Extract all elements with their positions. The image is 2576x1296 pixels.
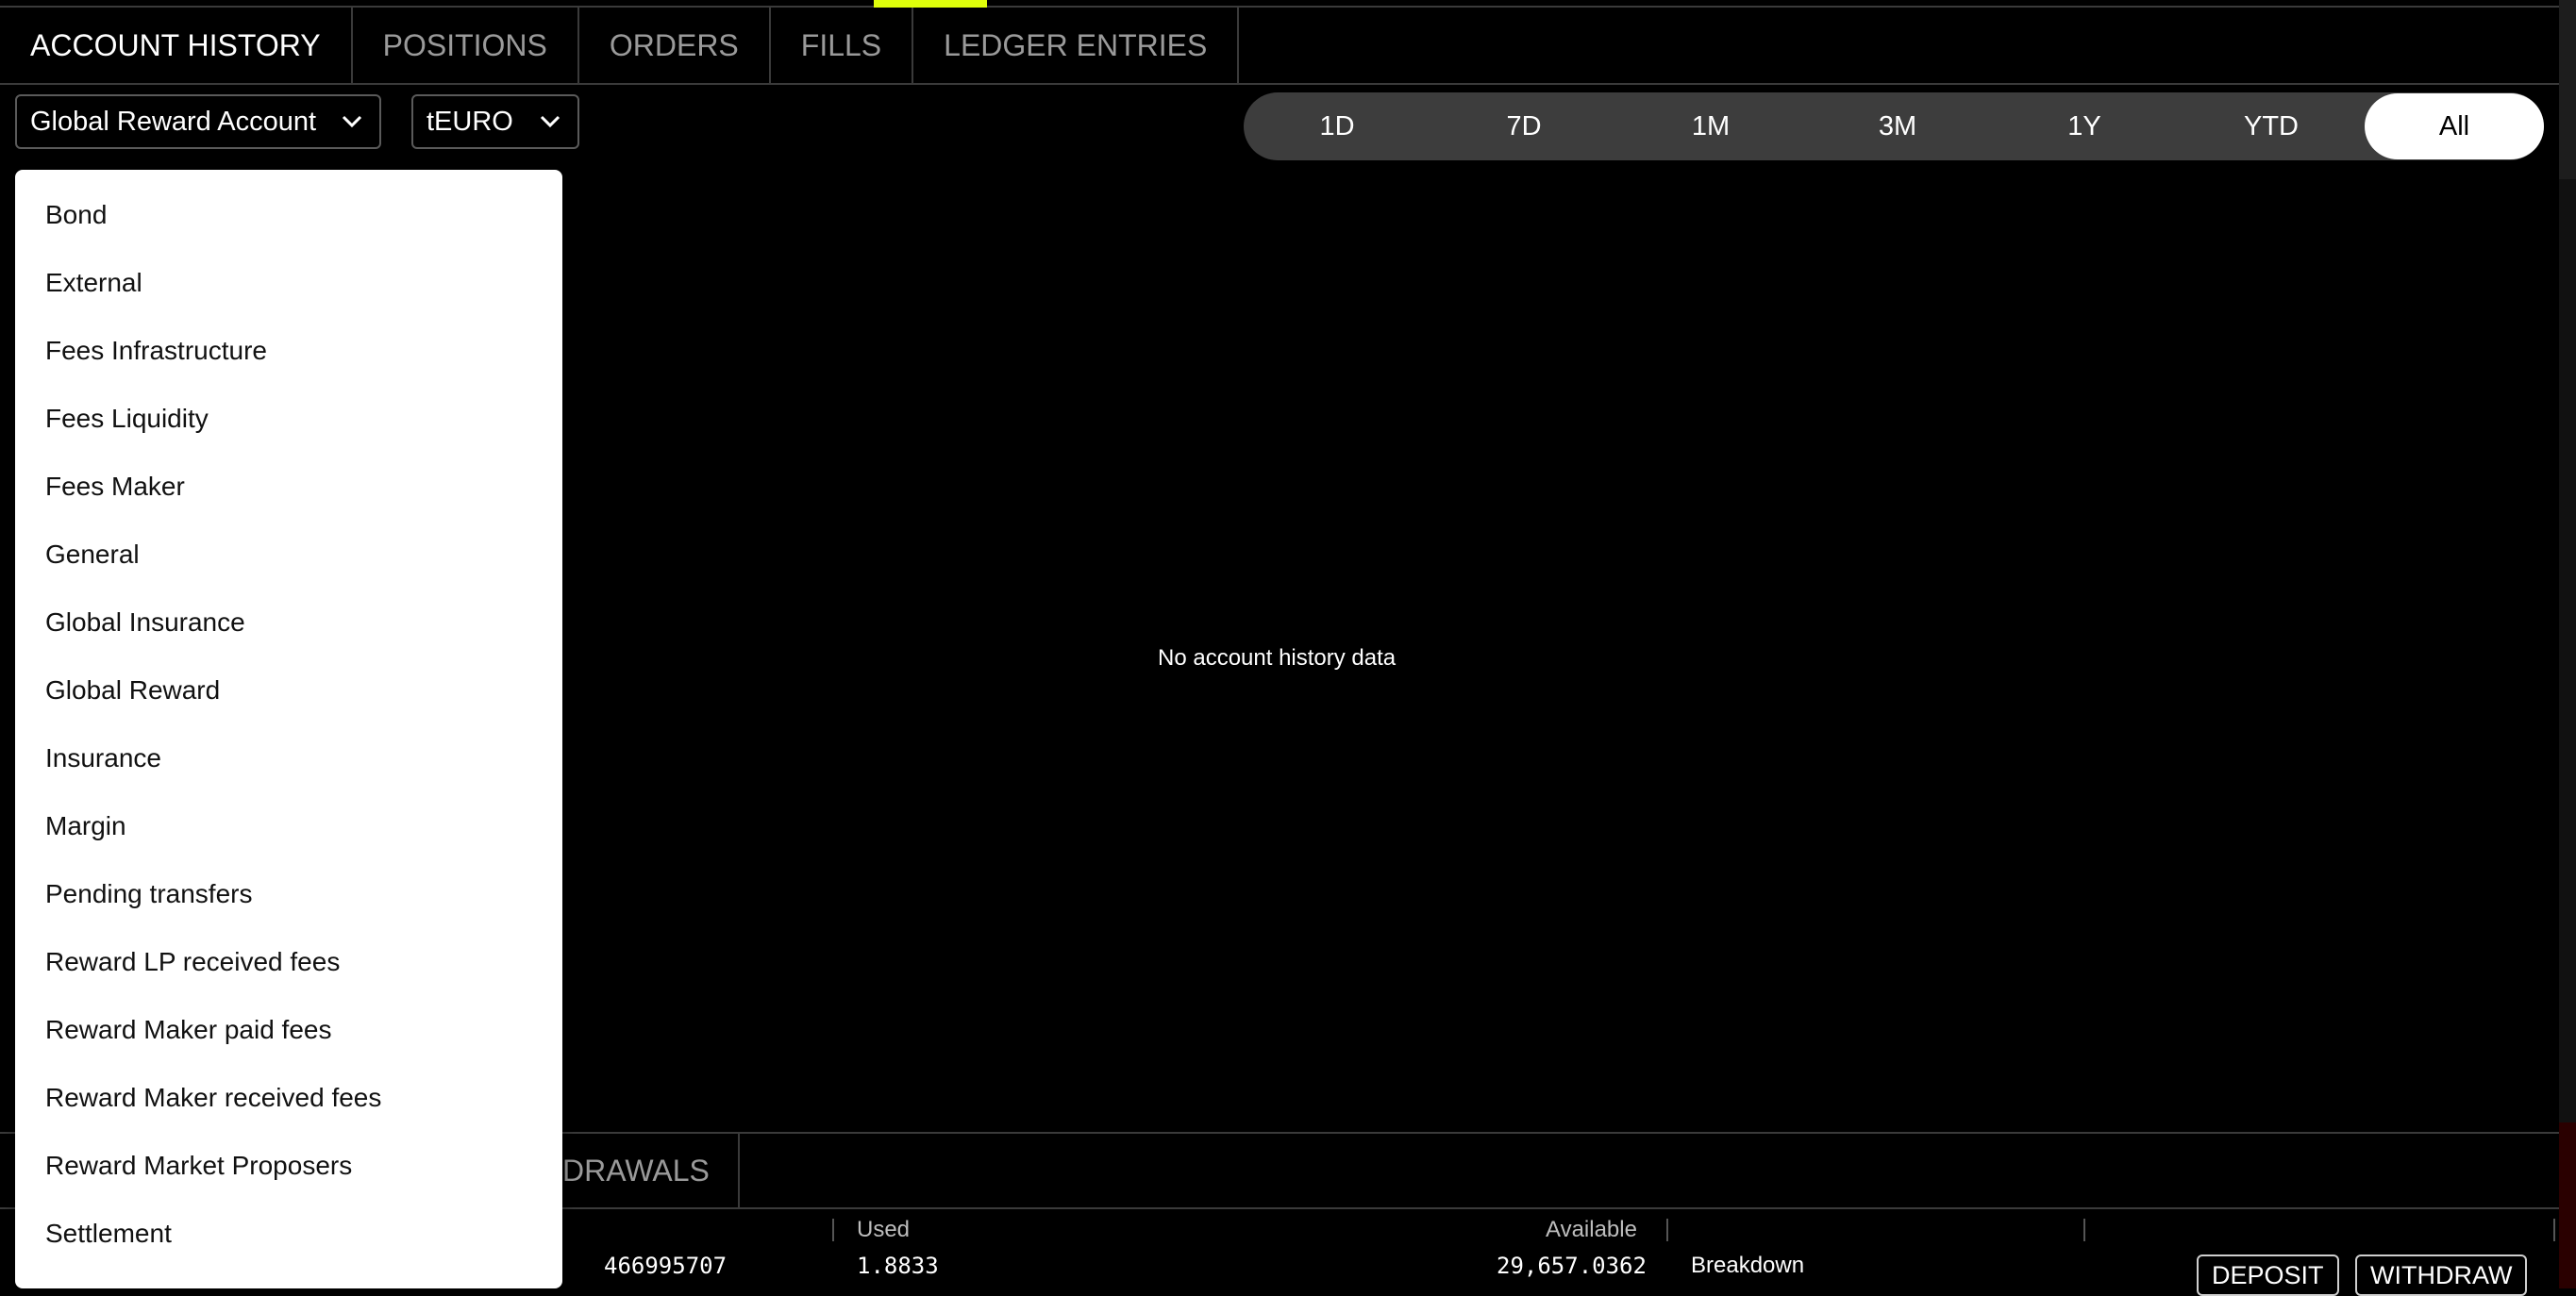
dropdown-item-reward-maker-received-fees[interactable]: Reward Maker received fees [15, 1064, 562, 1132]
breakdown-link[interactable]: Breakdown [1691, 1253, 1804, 1279]
range-all[interactable]: All [2365, 93, 2544, 159]
asset-value: tEURO [427, 106, 513, 137]
column-divider [2553, 1219, 2555, 1241]
withdraw-button[interactable]: WITHDRAW [2355, 1254, 2528, 1296]
dropdown-item-margin[interactable]: Margin [15, 792, 562, 860]
tab-withdrawals[interactable]: DRAWALS [562, 1134, 740, 1207]
active-panel-indicator [874, 0, 987, 8]
tab-positions[interactable]: POSITIONS [353, 8, 579, 83]
dropdown-item-bond[interactable]: Bond [15, 181, 562, 249]
dropdown-item-settlement[interactable]: Settlement [15, 1200, 562, 1268]
account-type-select[interactable]: Global Reward Account [15, 94, 381, 149]
tab-orders[interactable]: ORDERS [579, 8, 771, 83]
scrollbar-thumb[interactable] [2559, 0, 2576, 179]
chevron-down-icon [338, 108, 366, 136]
account-type-dropdown: Bond External Fees Infrastructure Fees L… [15, 170, 562, 1288]
account-type-value: Global Reward Account [30, 106, 317, 137]
dropdown-item-global-insurance[interactable]: Global Insurance [15, 589, 562, 656]
empty-state-message: No account history data [1158, 645, 1397, 671]
column-header-used: Used [857, 1217, 911, 1242]
range-1m[interactable]: 1M [1617, 93, 1804, 159]
dropdown-item-reward-maker-paid-fees[interactable]: Reward Maker paid fees [15, 996, 562, 1064]
range-ytd[interactable]: YTD [2178, 93, 2365, 159]
deposit-button[interactable]: DEPOSIT [2197, 1254, 2339, 1296]
side-panel-footer [2559, 1122, 2576, 1288]
dropdown-item-fees-liquidity[interactable]: Fees Liquidity [15, 385, 562, 453]
column-divider [2083, 1219, 2085, 1241]
column-divider [1666, 1219, 1668, 1241]
dropdown-item-external[interactable]: External [15, 249, 562, 317]
dropdown-item-pending-transfers[interactable]: Pending transfers [15, 860, 562, 928]
asset-select[interactable]: tEURO [411, 94, 579, 149]
dropdown-item-reward-market-proposers[interactable]: Reward Market Proposers [15, 1132, 562, 1200]
column-divider [832, 1219, 834, 1241]
dropdown-item-fees-infrastructure[interactable]: Fees Infrastructure [15, 317, 562, 385]
time-range-toggle: 1D 7D 1M 3M 1Y YTD All [1244, 92, 2544, 160]
tab-fills[interactable]: FILLS [771, 8, 914, 83]
tab-ledger-entries[interactable]: LEDGER ENTRIES [913, 8, 1240, 83]
history-tabs: ACCOUNT HISTORY POSITIONS ORDERS FILLS L… [0, 8, 2559, 85]
chevron-down-icon [536, 108, 564, 136]
side-panel-edge [2559, 0, 2576, 1288]
dropdown-item-insurance[interactable]: Insurance [15, 724, 562, 792]
column-header-available: Available [1546, 1217, 1637, 1242]
range-1y[interactable]: 1Y [1991, 93, 2178, 159]
row-available: 29,657.0362 [1497, 1253, 1647, 1279]
range-7d[interactable]: 7D [1430, 93, 1617, 159]
range-3m[interactable]: 3M [1804, 93, 1991, 159]
dropdown-item-reward-lp-received-fees[interactable]: Reward LP received fees [15, 928, 562, 996]
dropdown-item-fees-maker[interactable]: Fees Maker [15, 453, 562, 521]
row-used: 1.8833 [857, 1253, 939, 1279]
dropdown-item-global-reward[interactable]: Global Reward [15, 656, 562, 724]
dropdown-item-general[interactable]: General [15, 521, 562, 589]
row-id: 466995707 [604, 1253, 728, 1279]
range-1d[interactable]: 1D [1244, 93, 1430, 159]
tab-account-history[interactable]: ACCOUNT HISTORY [0, 8, 353, 83]
